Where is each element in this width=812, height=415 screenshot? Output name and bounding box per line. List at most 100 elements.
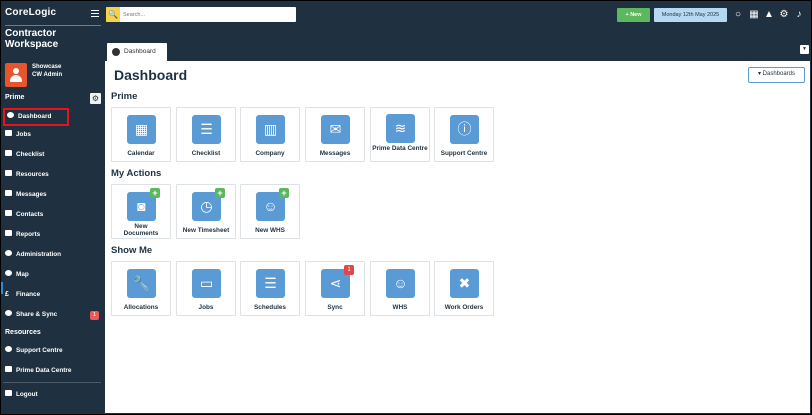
- scroll-indicator: [1, 282, 3, 294]
- envelope-icon: ✉: [321, 115, 350, 144]
- tile-label: Sync: [327, 304, 343, 311]
- bell-icon[interactable]: ♪: [794, 9, 804, 21]
- checklist-icon: [5, 150, 12, 157]
- notification-badge: 1: [344, 265, 354, 275]
- dashboard-icon: [112, 48, 120, 56]
- top-bar: 🔍 + New Monday 12th May 2025 ○ ▦ ▲ ⚙ ♪: [91, 1, 811, 29]
- tile-label: New Timesheet: [182, 227, 230, 234]
- tile-schedules[interactable]: ☰ Schedules: [240, 261, 300, 316]
- tile-label: Work Orders: [444, 304, 484, 311]
- tile-messages[interactable]: ✉ Messages: [305, 107, 365, 162]
- tab-bar: Dashboard ▼: [104, 29, 811, 61]
- sidebar-item-label: Finance: [16, 291, 41, 298]
- search-input[interactable]: [123, 9, 288, 20]
- sidebar-item-label: Checklist: [16, 151, 45, 158]
- sidebar-item-reports[interactable]: Reports: [5, 228, 101, 242]
- sidebar-item-contacts[interactable]: Contacts: [5, 208, 101, 222]
- sidebar-divider: [3, 382, 101, 383]
- logout-icon: [5, 390, 12, 397]
- user-profile[interactable]: Showcase CW Admin: [5, 63, 103, 89]
- logout-button[interactable]: Logout: [5, 388, 101, 402]
- sidebar-item-label: Support Centre: [16, 347, 63, 354]
- date-display[interactable]: Monday 12th May 2025: [654, 8, 727, 22]
- sidebar-item-prime-data-centre[interactable]: Prime Data Centre: [5, 364, 101, 378]
- hamburger-menu-icon[interactable]: [91, 10, 99, 17]
- tile-new-whs[interactable]: ☺ + New WHS: [240, 184, 300, 239]
- tile-work-orders[interactable]: ✖ Work Orders: [434, 261, 494, 316]
- corelogic-logo[interactable]: CoreLogic Contractor Workspace: [5, 7, 101, 50]
- sidebar-item-support-centre[interactable]: Support Centre: [5, 344, 101, 358]
- tile-label: Support Centre: [440, 150, 488, 157]
- sidebar-item-finance[interactable]: £ Finance: [5, 288, 101, 302]
- tab-dashboard[interactable]: Dashboard: [107, 43, 167, 61]
- schedule-icon: ☰: [256, 269, 285, 298]
- calendar-icon[interactable]: ▦: [749, 9, 759, 21]
- tile-jobs[interactable]: ▭ Jobs: [176, 261, 236, 316]
- database-icon: ≋: [386, 114, 415, 143]
- envelope-icon: [5, 190, 12, 197]
- sidebar-item-label: Contacts: [16, 211, 44, 218]
- tile-allocations[interactable]: 🔧 Allocations: [111, 261, 171, 316]
- plus-icon: +: [150, 188, 160, 198]
- dashboard-icon: [7, 112, 14, 119]
- sidebar-item-checklist[interactable]: Checklist: [5, 148, 101, 162]
- tile-new-timesheet[interactable]: ◷ + New Timesheet: [176, 184, 236, 239]
- page-title: Dashboard: [114, 67, 188, 83]
- tile-label: Calendar: [127, 150, 155, 157]
- tile-checklist[interactable]: ☰ Checklist: [176, 107, 236, 162]
- sidebar-item-label: Messages: [16, 191, 47, 198]
- plus-icon: +: [279, 188, 289, 198]
- sidebar-item-map[interactable]: Map: [5, 268, 101, 282]
- group-title-prime: Prime: [111, 91, 138, 102]
- chat-icon[interactable]: ○: [733, 9, 743, 21]
- tile-label: New Documents: [123, 223, 159, 237]
- tile-prime-data-centre[interactable]: ≋ Prime Data Centre: [370, 107, 430, 162]
- dashboards-dropdown[interactable]: ▾ Dashboards: [748, 67, 805, 83]
- worker-icon: ☺: [386, 269, 415, 298]
- support-icon: [5, 346, 12, 353]
- search-icon[interactable]: 🔍: [106, 7, 120, 22]
- sidebar-settings-button[interactable]: ⚙: [90, 93, 101, 104]
- upload-icon[interactable]: ▲: [764, 9, 774, 21]
- sidebar-item-label: Resources: [16, 171, 49, 178]
- gear-icon[interactable]: ⚙: [779, 9, 789, 21]
- sidebar-item-label: Prime Data Centre: [16, 367, 72, 374]
- user-name: Showcase: [32, 64, 62, 70]
- tools-icon: ✖: [450, 269, 479, 298]
- logout-label: Logout: [16, 391, 38, 398]
- checklist-icon: ☰: [192, 115, 221, 144]
- tab-label: Dashboard: [124, 48, 156, 55]
- tile-calendar[interactable]: ▦ Calendar: [111, 107, 171, 162]
- tile-new-documents[interactable]: ◙ + New Documents: [111, 184, 171, 239]
- tile-whs[interactable]: ☺ WHS: [370, 261, 430, 316]
- sidebar-item-resources[interactable]: Resources: [5, 168, 101, 182]
- tile-support-centre[interactable]: ⓘ Support Centre: [434, 107, 494, 162]
- info-icon: ⓘ: [450, 115, 479, 144]
- tile-sync[interactable]: ⋖ 1 Sync: [305, 261, 365, 316]
- avatar: [5, 63, 27, 87]
- brand-line2: Contractor Workspace: [5, 28, 59, 50]
- sidebar-item-dashboard[interactable]: Dashboard: [3, 108, 69, 126]
- sidebar-item-jobs[interactable]: Jobs: [5, 128, 101, 142]
- tile-label: Company: [255, 150, 285, 157]
- folder-icon: [5, 130, 12, 137]
- tile-label: Checklist: [191, 150, 221, 157]
- database-icon: [5, 366, 12, 373]
- sidebar-item-administration[interactable]: Administration: [5, 248, 101, 262]
- sidebar-item-label: Map: [16, 271, 29, 278]
- sidebar-item-messages[interactable]: Messages: [5, 188, 101, 202]
- tab-overflow-dropdown[interactable]: ▼: [800, 45, 809, 54]
- sidebar-item-share-sync[interactable]: Share & Sync 1: [5, 308, 101, 322]
- main-content: Dashboard ▾ Dashboards Prime ▦ Calendar …: [105, 61, 810, 413]
- calendar-icon: ▦: [127, 115, 156, 144]
- tile-label: Prime Data Centre: [372, 145, 428, 152]
- sidebar-section-prime: Prime: [5, 94, 25, 101]
- sidebar-item-label: Share & Sync: [16, 311, 58, 318]
- tile-label: WHS: [392, 304, 408, 311]
- tile-company[interactable]: ▥ Company: [240, 107, 300, 162]
- folder-icon: ▭: [192, 269, 221, 298]
- chart-icon: [5, 230, 12, 237]
- tile-label: New WHS: [255, 227, 285, 234]
- new-button[interactable]: + New: [617, 8, 650, 22]
- resources-icon: [5, 170, 12, 177]
